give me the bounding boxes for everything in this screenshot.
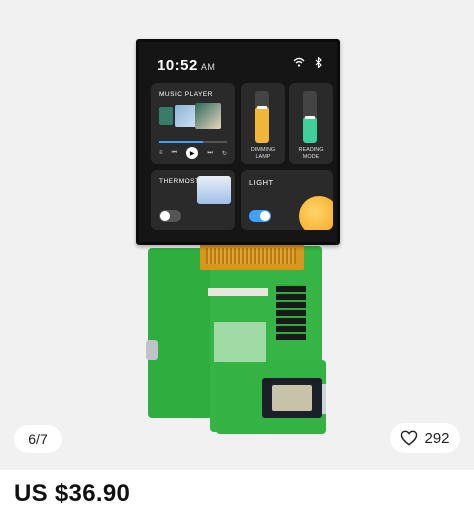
clock-ampm: AM bbox=[200, 62, 216, 72]
module-shield bbox=[272, 385, 312, 411]
light-title: LIGHT bbox=[249, 178, 274, 187]
album-art-next bbox=[195, 103, 221, 129]
music-player-title: MUSIC PLAYER bbox=[159, 91, 213, 98]
menu-icon[interactable]: ≡ bbox=[159, 150, 163, 156]
dimming-slider[interactable] bbox=[255, 91, 269, 143]
bluetooth-icon bbox=[315, 56, 323, 71]
toggle-knob bbox=[260, 211, 270, 221]
product-price: US $36.90 bbox=[14, 480, 131, 507]
reading-slider-knob[interactable] bbox=[305, 116, 315, 119]
thermostat-card[interactable]: THERMOSTAT bbox=[151, 170, 235, 230]
play-icon[interactable]: ▶ bbox=[186, 147, 199, 159]
light-card[interactable]: LIGHT bbox=[241, 170, 333, 230]
reading-slider-fill bbox=[303, 117, 317, 143]
next-icon[interactable]: ⏭ bbox=[207, 150, 212, 157]
music-controls: ≡ ⏮ ▶ ⏭ ↻ bbox=[159, 147, 227, 159]
dimming-lamp-label: DIMMING LAMP bbox=[250, 147, 276, 160]
album-art-prev bbox=[159, 107, 173, 125]
wifi-icon bbox=[293, 57, 305, 71]
dimming-lamp-card[interactable]: DIMMING LAMP bbox=[241, 83, 285, 164]
heart-icon bbox=[401, 430, 418, 446]
dimming-slider-fill bbox=[255, 106, 269, 143]
pcb-silkscreen bbox=[214, 322, 266, 362]
clock-time: 10:52 AM bbox=[157, 57, 216, 74]
music-progress-bar[interactable] bbox=[159, 141, 227, 143]
music-progress-fill bbox=[159, 141, 204, 143]
repeat-icon[interactable]: ↻ bbox=[222, 150, 227, 157]
wishlist-button[interactable]: 292 bbox=[390, 423, 460, 453]
fpc-connector bbox=[208, 288, 268, 296]
air-conditioner-icon bbox=[197, 176, 231, 204]
thermostat-toggle[interactable] bbox=[159, 210, 181, 222]
status-icons bbox=[293, 56, 323, 71]
lamp-icon bbox=[299, 196, 333, 230]
dimming-slider-knob[interactable] bbox=[257, 105, 267, 109]
music-player-card[interactable]: MUSIC PLAYER ≡ ⏮ ▶ ⏭ ↻ bbox=[151, 83, 235, 164]
like-count: 292 bbox=[424, 429, 450, 447]
lcd-display: 10:52 AM MUSIC PLAYER ≡ ⏮ ▶ ⏭ ↻ DIMMING … bbox=[136, 39, 340, 245]
usb-c-port bbox=[146, 340, 158, 360]
reading-mode-card[interactable]: READING MODE bbox=[289, 83, 333, 164]
reading-mode-label: READING MODE bbox=[298, 147, 324, 160]
reading-slider[interactable] bbox=[303, 91, 317, 143]
product-image-gallery[interactable]: 10:52 AM MUSIC PLAYER ≡ ⏮ ▶ ⏭ ↻ DIMMING … bbox=[0, 0, 474, 470]
ribbon-traces bbox=[206, 248, 296, 264]
image-page-indicator: 6/7 bbox=[14, 425, 62, 453]
previous-icon[interactable]: ⏮ bbox=[172, 150, 177, 157]
album-art-current bbox=[175, 105, 197, 127]
toggle-knob bbox=[160, 211, 170, 221]
pin-header bbox=[276, 284, 306, 340]
light-toggle[interactable] bbox=[249, 210, 271, 222]
